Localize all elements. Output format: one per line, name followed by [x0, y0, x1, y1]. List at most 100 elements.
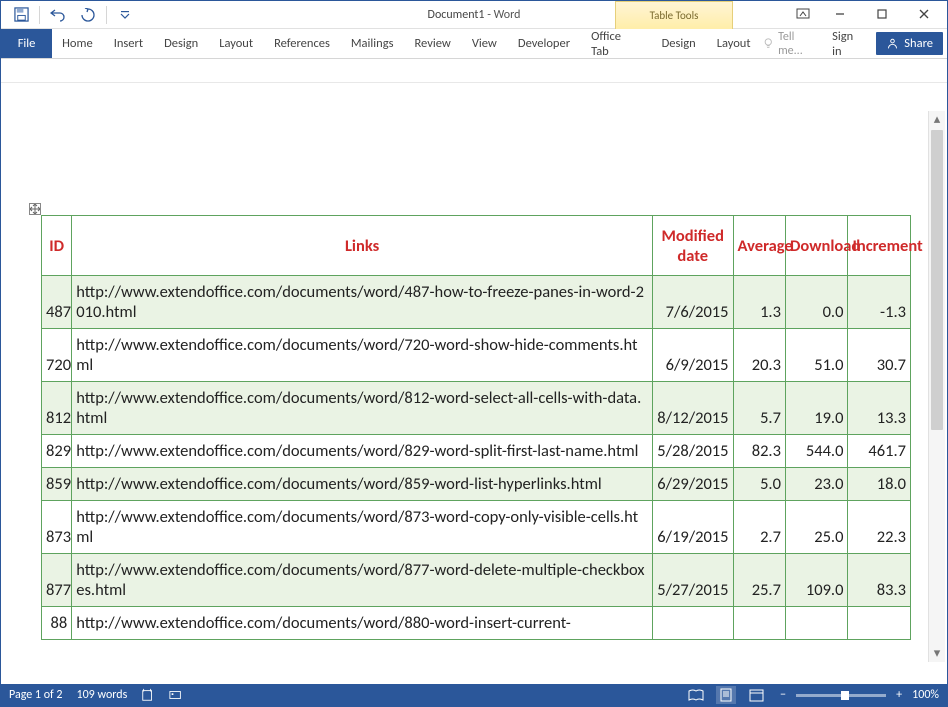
cell-average[interactable] [733, 607, 785, 640]
tab-developer[interactable]: Developer [508, 29, 581, 58]
cell-id[interactable]: 812 [42, 382, 72, 435]
cell-link[interactable]: http://www.extendoffice.com/documents/wo… [72, 501, 653, 554]
cell-id[interactable]: 873 [42, 501, 72, 554]
header-average[interactable]: Average [733, 216, 785, 276]
cell-download[interactable]: 109.0 [785, 554, 848, 607]
header-increment[interactable]: Increment [848, 216, 911, 276]
cell-average[interactable]: 5.0 [733, 468, 785, 501]
web-layout-button[interactable] [746, 686, 766, 704]
cell-id[interactable]: 877 [42, 554, 72, 607]
cell-download[interactable]: 0.0 [785, 276, 848, 329]
save-button[interactable] [7, 2, 35, 28]
scroll-thumb[interactable] [931, 130, 943, 430]
maximize-button[interactable] [863, 3, 901, 25]
cell-increment[interactable]: 461.7 [848, 435, 911, 468]
tab-office-tab[interactable]: Office Tab [581, 29, 651, 58]
tab-references[interactable]: References [264, 29, 341, 58]
cell-increment[interactable]: -1.3 [848, 276, 911, 329]
table-row[interactable]: 88http://www.extendoffice.com/documents/… [42, 607, 911, 640]
tab-review[interactable]: Review [404, 29, 461, 58]
cell-increment[interactable]: 83.3 [848, 554, 911, 607]
cell-id[interactable]: 859 [42, 468, 72, 501]
file-tab[interactable]: File [1, 29, 52, 58]
cell-date[interactable]: 7/6/2015 [652, 276, 733, 329]
cell-increment[interactable]: 13.3 [848, 382, 911, 435]
cell-download[interactable]: 19.0 [785, 382, 848, 435]
table-row[interactable]: 859http://www.extendoffice.com/documents… [42, 468, 911, 501]
cell-increment[interactable]: 18.0 [848, 468, 911, 501]
tab-mailings[interactable]: Mailings [341, 29, 405, 58]
header-id[interactable]: ID [42, 216, 72, 276]
cell-date[interactable] [652, 607, 733, 640]
page-indicator[interactable]: Page 1 of 2 [9, 688, 63, 702]
tab-view[interactable]: View [462, 29, 508, 58]
cell-average[interactable]: 2.7 [733, 501, 785, 554]
spell-check-icon[interactable] [141, 688, 155, 702]
tab-design[interactable]: Design [154, 29, 209, 58]
table-row[interactable]: 877http://www.extendoffice.com/documents… [42, 554, 911, 607]
vertical-scrollbar[interactable]: ▴ ▾ [928, 111, 945, 662]
cell-id[interactable]: 829 [42, 435, 72, 468]
tell-me-search[interactable]: Tell me... [762, 30, 821, 58]
table-move-handle[interactable] [29, 203, 41, 215]
cell-link[interactable]: http://www.extendoffice.com/documents/wo… [72, 276, 653, 329]
document-area[interactable]: ID Links Modified date Average Download … [1, 83, 947, 684]
scroll-up-button[interactable]: ▴ [929, 111, 945, 128]
zoom-slider-knob[interactable] [841, 691, 849, 700]
cell-download[interactable]: 23.0 [785, 468, 848, 501]
table-row[interactable]: 829http://www.extendoffice.com/documents… [42, 435, 911, 468]
header-download[interactable]: Download [785, 216, 848, 276]
table-row[interactable]: 720http://www.extendoffice.com/documents… [42, 329, 911, 382]
zoom-out-button[interactable]: − [776, 688, 790, 702]
cell-date[interactable]: 6/29/2015 [652, 468, 733, 501]
close-button[interactable] [905, 3, 943, 25]
table-tab-design[interactable]: Design [652, 29, 707, 58]
scroll-down-button[interactable]: ▾ [929, 645, 945, 662]
tab-layout[interactable]: Layout [209, 29, 264, 58]
scroll-track[interactable] [929, 128, 945, 645]
cell-link[interactable]: http://www.extendoffice.com/documents/wo… [72, 435, 653, 468]
cell-download[interactable]: 51.0 [785, 329, 848, 382]
cell-increment[interactable] [848, 607, 911, 640]
cell-average[interactable]: 25.7 [733, 554, 785, 607]
table-tab-layout[interactable]: Layout [707, 29, 762, 58]
tab-insert[interactable]: Insert [104, 29, 154, 58]
cell-increment[interactable]: 30.7 [848, 329, 911, 382]
cell-link[interactable]: http://www.extendoffice.com/documents/wo… [72, 468, 653, 501]
word-count[interactable]: 109 words [77, 688, 128, 702]
macro-recording-icon[interactable] [169, 688, 183, 702]
cell-download[interactable]: 544.0 [785, 435, 848, 468]
zoom-slider[interactable] [796, 694, 886, 697]
cell-date[interactable]: 6/9/2015 [652, 329, 733, 382]
cell-date[interactable]: 5/28/2015 [652, 435, 733, 468]
header-modified-date[interactable]: Modified date [652, 216, 733, 276]
zoom-in-button[interactable]: + [892, 688, 906, 702]
cell-id[interactable]: 487 [42, 276, 72, 329]
table-row[interactable]: 812http://www.extendoffice.com/documents… [42, 382, 911, 435]
document-page[interactable]: ID Links Modified date Average Download … [15, 87, 923, 684]
zoom-level[interactable]: 100% [912, 688, 939, 702]
cell-link[interactable]: http://www.extendoffice.com/documents/wo… [72, 607, 653, 640]
cell-link[interactable]: http://www.extendoffice.com/documents/wo… [72, 329, 653, 382]
cell-download[interactable] [785, 607, 848, 640]
share-button[interactable]: Share [876, 32, 943, 55]
table-row[interactable]: 487http://www.extendoffice.com/documents… [42, 276, 911, 329]
cell-increment[interactable]: 22.3 [848, 501, 911, 554]
print-layout-button[interactable] [716, 686, 736, 704]
qat-customize-button[interactable] [111, 2, 139, 28]
cell-average[interactable]: 1.3 [733, 276, 785, 329]
table-header-row[interactable]: ID Links Modified date Average Download … [42, 216, 911, 276]
undo-button[interactable] [44, 2, 72, 28]
cell-link[interactable]: http://www.extendoffice.com/documents/wo… [72, 382, 653, 435]
header-links[interactable]: Links [72, 216, 653, 276]
cell-download[interactable]: 25.0 [785, 501, 848, 554]
cell-date[interactable]: 5/27/2015 [652, 554, 733, 607]
cell-date[interactable]: 8/12/2015 [652, 382, 733, 435]
cell-id[interactable]: 88 [42, 607, 72, 640]
redo-button[interactable] [74, 2, 102, 28]
cell-average[interactable]: 5.7 [733, 382, 785, 435]
read-mode-button[interactable] [686, 686, 706, 704]
minimize-button[interactable] [821, 3, 859, 25]
cell-link[interactable]: http://www.extendoffice.com/documents/wo… [72, 554, 653, 607]
tab-home[interactable]: Home [52, 29, 104, 58]
